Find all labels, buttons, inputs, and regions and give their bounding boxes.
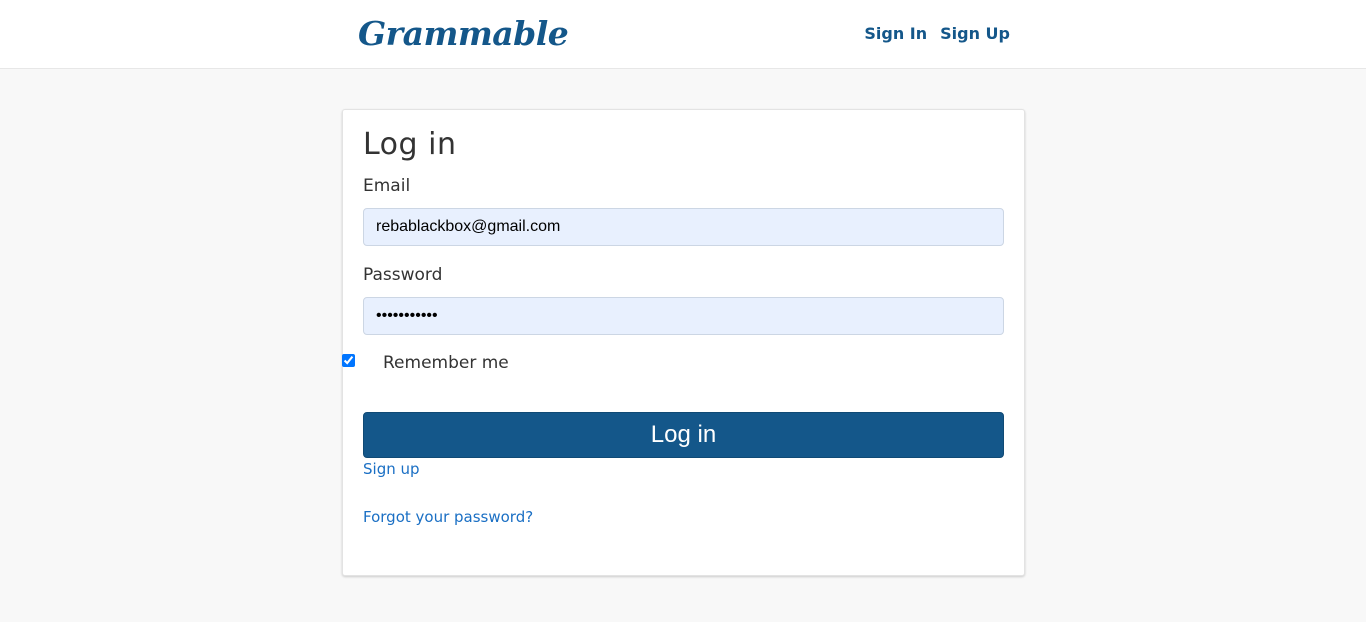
- remember-me-label: Remember me: [383, 353, 509, 373]
- nav-links: Sign In Sign Up: [864, 24, 1010, 43]
- email-label: Email: [363, 176, 411, 196]
- brand-logo[interactable]: Grammable: [358, 14, 569, 53]
- email-field[interactable]: [363, 208, 1004, 246]
- sign-up-link[interactable]: Sign up: [363, 460, 420, 478]
- forgot-password-link[interactable]: Forgot your password?: [363, 508, 533, 526]
- nav-sign-up-link[interactable]: Sign Up: [940, 24, 1010, 43]
- remember-me-checkbox[interactable]: [342, 354, 355, 367]
- password-label: Password: [363, 265, 443, 285]
- nav-sign-in-link[interactable]: Sign In: [864, 24, 927, 43]
- navbar: Grammable Sign In Sign Up: [0, 0, 1366, 69]
- page-title: Log in: [363, 127, 457, 162]
- password-field[interactable]: [363, 297, 1004, 335]
- login-card: Log in Email Password Remember me Log in…: [342, 109, 1025, 576]
- login-button[interactable]: Log in: [363, 412, 1004, 458]
